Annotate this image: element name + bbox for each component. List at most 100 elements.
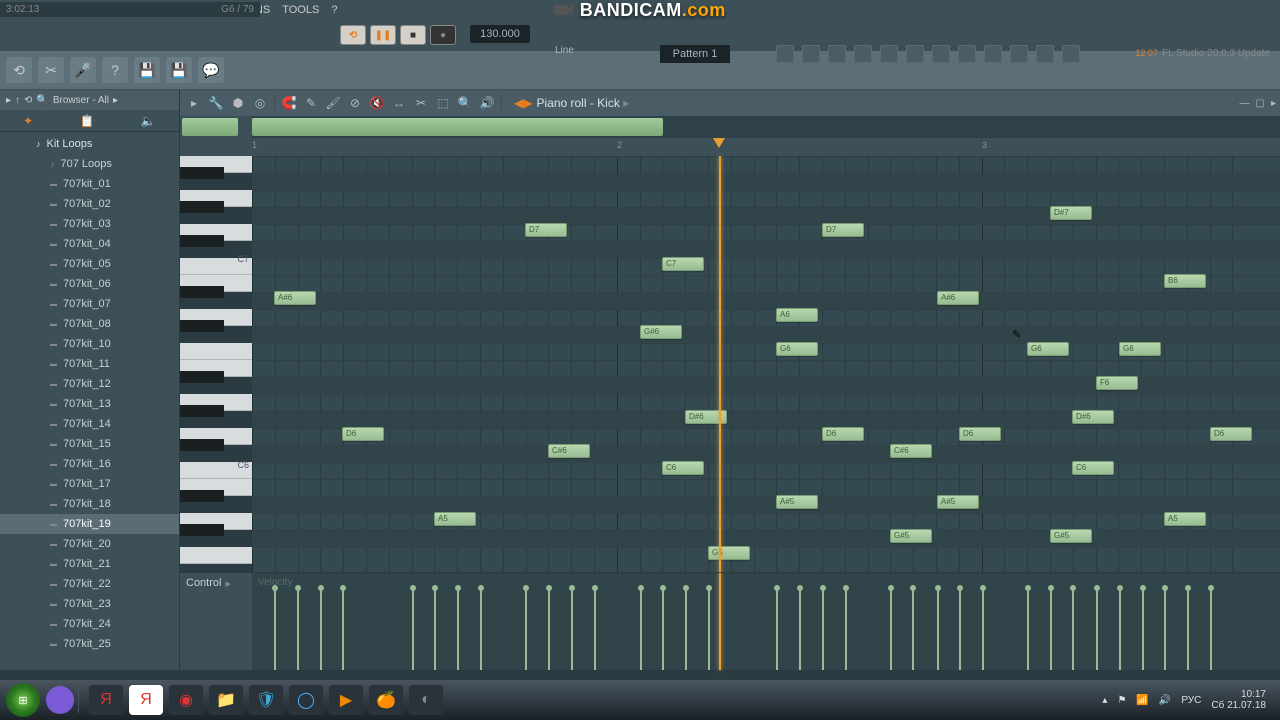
velocity-bar[interactable]	[457, 588, 459, 670]
minimize-icon[interactable]: —	[1240, 98, 1250, 109]
midi-note[interactable]: G6	[776, 342, 818, 356]
piano-key-black[interactable]	[180, 235, 224, 247]
tree-folder[interactable]: Kit Loops	[0, 134, 179, 154]
save-icon[interactable]	[1036, 45, 1054, 63]
playlist-icon[interactable]	[776, 45, 794, 63]
menu-help[interactable]: ?	[331, 4, 337, 16]
back-icon[interactable]: ↑	[15, 95, 20, 106]
control-label[interactable]: Control ▸	[180, 573, 252, 670]
mic-icon[interactable]: 🎤	[70, 57, 96, 83]
velocity-area[interactable]: Velocity	[252, 573, 1280, 670]
velocity-bar[interactable]	[594, 588, 596, 670]
playback-icon[interactable]: 🔊	[479, 95, 495, 111]
piano-keys[interactable]: C7C6	[180, 156, 252, 572]
tree-file[interactable]: 707kit_12	[0, 374, 179, 394]
browser-task-icon[interactable]: Я	[129, 685, 163, 715]
midi-note[interactable]: C#6	[548, 444, 590, 458]
cortana-icon[interactable]	[46, 686, 74, 714]
midi-note[interactable]: A#5	[776, 495, 818, 509]
midi-note[interactable]: C6	[662, 461, 704, 475]
velocity-bar[interactable]	[342, 588, 344, 670]
velocity-bar[interactable]	[890, 588, 892, 670]
pianoroll-ruler[interactable]: 123	[180, 138, 1280, 156]
midi-note[interactable]: D7	[822, 223, 864, 237]
midi-note[interactable]: C#6	[890, 444, 932, 458]
velocity-bar[interactable]	[776, 588, 778, 670]
tree-file[interactable]: 707kit_25	[0, 634, 179, 654]
midi-note[interactable]: G#5	[1050, 529, 1092, 543]
velocity-bar[interactable]	[412, 588, 414, 670]
app-icon[interactable]: ◐	[409, 685, 443, 715]
tree-file[interactable]: 707kit_22	[0, 574, 179, 594]
chat-icon[interactable]: 💬	[198, 57, 224, 83]
tree-file[interactable]: 707kit_15	[0, 434, 179, 454]
slip-icon[interactable]: ↔	[391, 95, 407, 111]
tempo-icon[interactable]	[932, 45, 950, 63]
piano-key-black[interactable]	[180, 201, 224, 213]
sync-icon[interactable]: ⟲	[6, 57, 32, 83]
velocity-bar[interactable]	[937, 588, 939, 670]
playhead-line[interactable]	[719, 156, 721, 572]
midi-note[interactable]: D7	[525, 223, 567, 237]
midi-note[interactable]: A#6	[937, 291, 979, 305]
piano-key-black[interactable]	[180, 524, 224, 536]
midi-note[interactable]: A5	[434, 512, 476, 526]
tray-network-icon[interactable]: 📶	[1136, 695, 1148, 706]
tree-file[interactable]: 707kit_24	[0, 614, 179, 634]
velocity-bar[interactable]	[1142, 588, 1144, 670]
midi-note[interactable]: A#5	[937, 495, 979, 509]
piano-key-black[interactable]	[180, 371, 224, 383]
velocity-bar[interactable]	[662, 588, 664, 670]
midi-note[interactable]: G5	[708, 546, 750, 560]
tray-flag-icon[interactable]: ⚑	[1117, 695, 1126, 706]
browser-icon[interactable]	[880, 45, 898, 63]
plugin-icon[interactable]	[906, 45, 924, 63]
flstudio-task-icon[interactable]: 🍊	[369, 685, 403, 715]
shield-icon[interactable]: 🛡	[249, 685, 283, 715]
tree-file[interactable]: 707kit_11	[0, 354, 179, 374]
piano-key-black[interactable]	[180, 405, 224, 417]
velocity-bar[interactable]	[1050, 588, 1052, 670]
piano-key-black[interactable]	[180, 439, 224, 451]
touch-icon[interactable]	[958, 45, 976, 63]
tree-file[interactable]: 707kit_04	[0, 234, 179, 254]
velocity-bar[interactable]	[708, 588, 710, 670]
tree-file[interactable]: 707kit_17	[0, 474, 179, 494]
velocity-bar[interactable]	[1164, 588, 1166, 670]
stamp-icon[interactable]: ⬢	[230, 95, 246, 111]
zoom-icon[interactable]: 🔍	[457, 95, 473, 111]
pianoroll-minimap[interactable]	[180, 116, 1280, 138]
midi-note[interactable]: D6	[342, 427, 384, 441]
midi-note[interactable]: D#7	[1050, 206, 1092, 220]
saveas-icon[interactable]: 💾	[166, 57, 192, 83]
piano-key-black[interactable]	[180, 490, 224, 502]
piano-key-white[interactable]	[180, 547, 252, 564]
news-panel[interactable]: 12 07FL Studio 20.0.3 Update	[1135, 48, 1270, 59]
velocity-bar[interactable]	[525, 588, 527, 670]
tree-file[interactable]: 707kit_16	[0, 454, 179, 474]
add-icon[interactable]: ✦	[23, 114, 33, 128]
velocity-bar[interactable]	[640, 588, 642, 670]
velocity-bar[interactable]	[1119, 588, 1121, 670]
menu-tools[interactable]: TOOLS	[282, 4, 319, 16]
tree-file[interactable]: 707kit_20	[0, 534, 179, 554]
midi-note[interactable]: D6	[959, 427, 1001, 441]
help-icon[interactable]: ?	[102, 57, 128, 83]
start-button[interactable]: ⊞	[6, 683, 40, 717]
velocity-bar[interactable]	[274, 588, 276, 670]
midi-note[interactable]: G#5	[890, 529, 932, 543]
midi-note[interactable]: A5	[1164, 512, 1206, 526]
velocity-bar[interactable]	[1027, 588, 1029, 670]
midi-note[interactable]: G#6	[640, 325, 682, 339]
reread-icon[interactable]: ⟲	[24, 95, 32, 106]
midi-note[interactable]: C6	[1072, 461, 1114, 475]
tree-file[interactable]: 707kit_18	[0, 494, 179, 514]
velocity-bar[interactable]	[822, 588, 824, 670]
velocity-bar[interactable]	[320, 588, 322, 670]
delete-icon[interactable]: ⊘	[347, 95, 363, 111]
target-icon[interactable]: ◎	[252, 95, 268, 111]
velocity-bar[interactable]	[1187, 588, 1189, 670]
tray-volume-icon[interactable]: 🔊	[1159, 695, 1171, 706]
piano-key-white[interactable]	[180, 343, 252, 360]
record-task-icon[interactable]: ◉	[169, 685, 203, 715]
